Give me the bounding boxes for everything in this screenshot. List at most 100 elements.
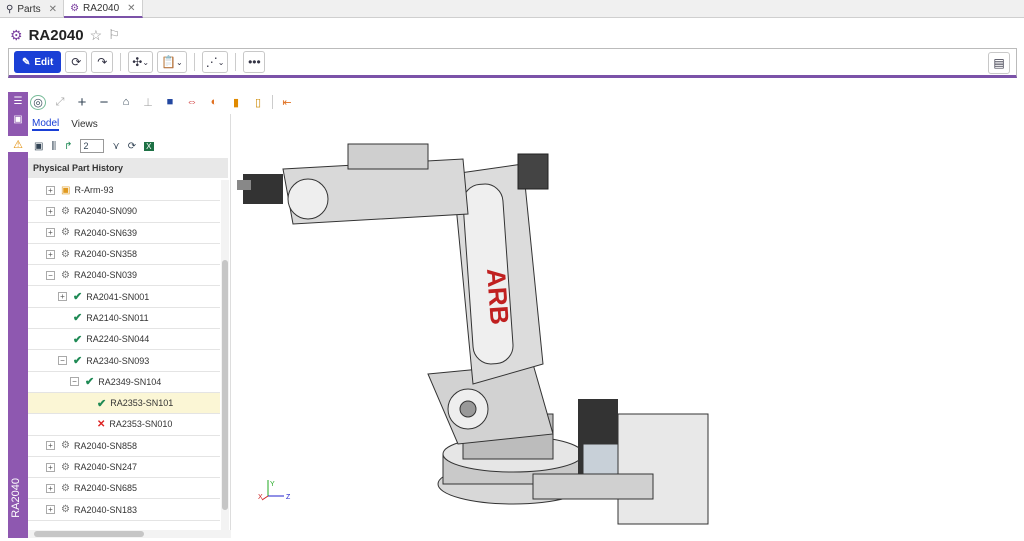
part-icon: ⚙ — [61, 227, 70, 239]
edit-button[interactable]: ✎ Edit — [14, 51, 62, 73]
document-icon: ▣ — [61, 184, 71, 196]
x-icon: ✕ — [97, 418, 106, 430]
horizontal-scrollbar[interactable] — [28, 530, 231, 538]
part-icon: ⚙ — [61, 440, 70, 452]
expand-icon[interactable]: ↱ — [64, 141, 72, 152]
gear-icon: ⚙ — [10, 26, 23, 43]
clipboard-menu-button[interactable]: 📋 ⌄ — [157, 51, 187, 73]
tree-row-label: RA2340-SN093 — [86, 355, 150, 366]
expand-toggle-icon[interactable]: + — [46, 206, 55, 216]
divider — [193, 53, 195, 71]
edit-label: Edit — [34, 56, 54, 68]
expand-toggle-icon[interactable]: + — [46, 483, 55, 493]
viewer-toolbar: ◎ ⤢ + − ⌂ ⊥ ■ ⇔ ◐ ▮ ▯ ⇤ — [30, 92, 1024, 112]
tree-row[interactable]: − ✔ RA2340-SN093 — [28, 350, 220, 372]
section-icon[interactable]: ◐ — [206, 96, 222, 108]
star-icon[interactable]: ☆ — [90, 27, 103, 44]
cube-panel-icon[interactable]: ▣ — [8, 110, 28, 128]
revise-button[interactable]: ↷ — [91, 51, 114, 73]
fit-icon[interactable]: ⤢ — [52, 96, 68, 109]
close-icon[interactable]: ✕ — [127, 3, 135, 14]
notes-icon[interactable]: ▯ — [250, 96, 266, 109]
more-button[interactable]: ••• — [243, 51, 266, 73]
expand-toggle-icon[interactable]: + — [46, 441, 55, 451]
expand-toggle-icon[interactable]: + — [46, 462, 55, 472]
expand-toggle-icon[interactable]: + — [46, 228, 55, 238]
tab-ra2040[interactable]: ⚙ RA2040 ✕ — [64, 0, 143, 18]
check-icon: ✔ — [73, 333, 83, 346]
level-input[interactable]: 2 — [80, 139, 105, 153]
tree-row[interactable]: + ⚙ RA2040-SN090 — [28, 201, 220, 223]
tree-row[interactable]: ✔ RA2353-SN101 — [28, 392, 220, 415]
share-icon: ⋰ — [205, 55, 218, 69]
tree-row-label: RA2041-SN001 — [86, 291, 150, 302]
excel-icon[interactable]: X — [144, 141, 154, 151]
robot-arm-model: ARB — [237, 143, 709, 525]
expand-toggle-icon[interactable]: + — [46, 249, 55, 259]
filter-icon[interactable]: ⫼ — [51, 141, 56, 152]
expand-toggle-icon[interactable]: + — [46, 185, 55, 195]
close-icon[interactable]: ✕ — [49, 4, 57, 15]
tree-row[interactable]: ✔ RA2240-SN044 — [28, 329, 220, 351]
chevron-down-icon: ⌄ — [176, 57, 183, 67]
vertical-scrollbar[interactable] — [221, 180, 229, 530]
3d-viewport[interactable]: ARB — [233, 114, 1024, 538]
left-sidebar: ☰ ▣ ⚠ RA2040 — [6, 92, 30, 538]
tree-row[interactable]: + ⚙ RA2040-SN358 — [28, 244, 220, 266]
home-icon[interactable]: ⌂ — [118, 96, 134, 108]
collapse-toggle-icon[interactable]: − — [70, 377, 79, 387]
tab-model[interactable]: Model — [32, 118, 60, 131]
tree-row[interactable]: − ⚙ RA2040-SN039 — [28, 265, 220, 287]
pencil-icon: ✎ — [22, 56, 31, 68]
explode-icon[interactable]: ▮ — [228, 96, 244, 109]
part-icon: ⚙ — [61, 269, 70, 281]
tree-row[interactable]: ✕ RA2353-SN010 — [28, 414, 220, 436]
warning-icon[interactable]: ⚠ — [6, 136, 30, 152]
scroll-thumb[interactable] — [222, 260, 228, 510]
structure-panel-icon[interactable]: ☰ — [8, 92, 28, 110]
structure-menu-button[interactable]: ✣ ⌄ — [128, 51, 154, 73]
tree-row[interactable]: + ⚙ RA2040-SN685 — [28, 478, 220, 500]
select-tool-icon[interactable]: ◎ — [30, 94, 46, 110]
part-icon: ⚙ — [61, 461, 70, 473]
scroll-thumb[interactable] — [34, 531, 144, 537]
tree-row[interactable]: + ▣ R-Arm-93 — [28, 180, 220, 202]
tree-row[interactable]: + ⚙ RA2040-SN639 — [28, 223, 220, 244]
tree-row-label: RA2040-SN247 — [73, 462, 138, 472]
tree-row[interactable]: + ⚙ RA2040-SN183 — [28, 499, 220, 521]
tree-row[interactable]: + ⚙ RA2040-SN247 — [28, 457, 220, 479]
chevron-down-icon: ⌄ — [142, 57, 150, 67]
tab-parts[interactable]: ⚲ Parts ✕ — [0, 0, 65, 18]
tree-row[interactable]: + ✔ RA2041-SN001 — [28, 286, 220, 308]
refresh-button[interactable]: ⟳ — [65, 51, 88, 73]
refresh-icon[interactable]: ⟳ — [128, 141, 136, 152]
tree-row[interactable]: ✔ RA2140-SN011 — [28, 308, 220, 330]
measure-icon[interactable]: ⇔ — [184, 96, 200, 108]
plus-icon[interactable]: + — [74, 94, 90, 111]
expand-toggle-icon[interactable]: + — [46, 505, 55, 515]
export-icon[interactable]: ⇤ — [279, 96, 295, 109]
collapse-toggle-icon[interactable]: − — [46, 270, 55, 280]
flag-icon[interactable]: ⚐ — [108, 27, 120, 43]
tree-row-label: RA2349-SN104 — [98, 376, 162, 387]
sidebar-label: RA2040 — [10, 478, 22, 518]
tree-row[interactable]: + ⚙ RA2040-SN858 — [28, 436, 220, 457]
minus-icon[interactable]: − — [96, 94, 112, 111]
divider — [120, 53, 122, 71]
share-menu-button[interactable]: ⋰ ⌄ — [201, 51, 229, 73]
check-icon: ✔ — [73, 355, 83, 368]
monitor-icon[interactable]: ▣ — [34, 141, 43, 152]
panel-toolbar: ▣ ⫼ ↱ 2 ⋎ ⟳ X — [28, 134, 230, 158]
cube-icon[interactable]: ■ — [162, 96, 178, 108]
collapse-icon[interactable]: ⋎ — [112, 141, 119, 152]
comment-button[interactable]: ▤ — [988, 52, 1010, 74]
tab-bar: ⚲ Parts ✕ ⚙ RA2040 ✕ — [0, 0, 1024, 18]
tree-row[interactable]: − ✔ RA2349-SN104 — [28, 372, 220, 393]
refresh-icon: ⟳ — [71, 55, 82, 69]
tab-views[interactable]: Views — [71, 119, 98, 130]
expand-toggle-icon[interactable]: + — [58, 292, 67, 302]
tree-row-label: RA2140-SN011 — [86, 312, 149, 323]
ground-icon[interactable]: ⊥ — [140, 96, 156, 109]
part-icon: ⚙ — [61, 482, 70, 494]
collapse-toggle-icon[interactable]: − — [58, 356, 67, 366]
